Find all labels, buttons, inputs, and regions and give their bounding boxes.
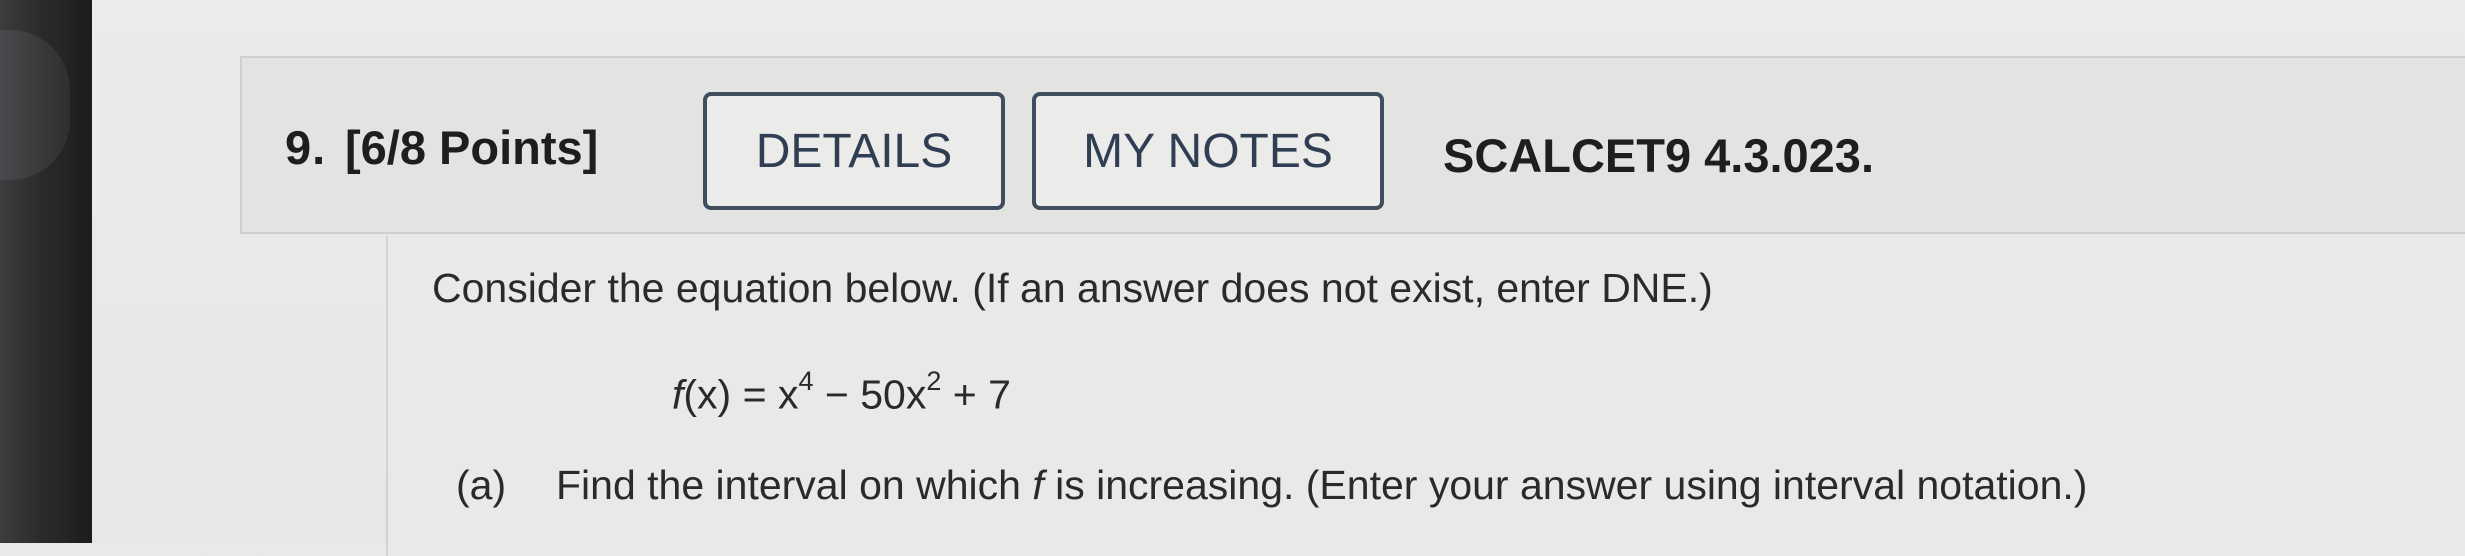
details-button[interactable]: DETAILS xyxy=(703,92,1005,210)
question-prompt: Consider the equation below. (If an answ… xyxy=(432,265,1713,311)
my-notes-button[interactable]: MY NOTES xyxy=(1032,92,1384,210)
part-a-text-before: Find the interval on which xyxy=(556,462,1033,508)
device-bezel xyxy=(0,0,92,543)
equation-lhs: (x) = x xyxy=(683,371,799,418)
equation-constant: + 7 xyxy=(941,371,1011,418)
question-number: 9. xyxy=(285,121,327,174)
part-a-variable: f xyxy=(1032,462,1044,508)
equation: f(x) = x4 − 50x2 + 7 xyxy=(672,366,1011,419)
part-a-text: Find the interval on which f is increasi… xyxy=(556,462,2087,509)
bezel-highlight xyxy=(0,30,70,180)
equation-exponent-1: 4 xyxy=(798,366,814,396)
part-a-text-after: is increasing. (Enter your answer using … xyxy=(1043,462,2088,508)
equation-middle-term: − 50x xyxy=(813,371,927,418)
part-a-label: (a) xyxy=(456,462,507,508)
question-points: [6/8 Points] xyxy=(345,121,599,174)
equation-exponent-2: 2 xyxy=(926,366,942,396)
equation-function-name: f xyxy=(672,371,684,418)
question-source: SCALCET9 4.3.023. xyxy=(1443,129,1875,182)
